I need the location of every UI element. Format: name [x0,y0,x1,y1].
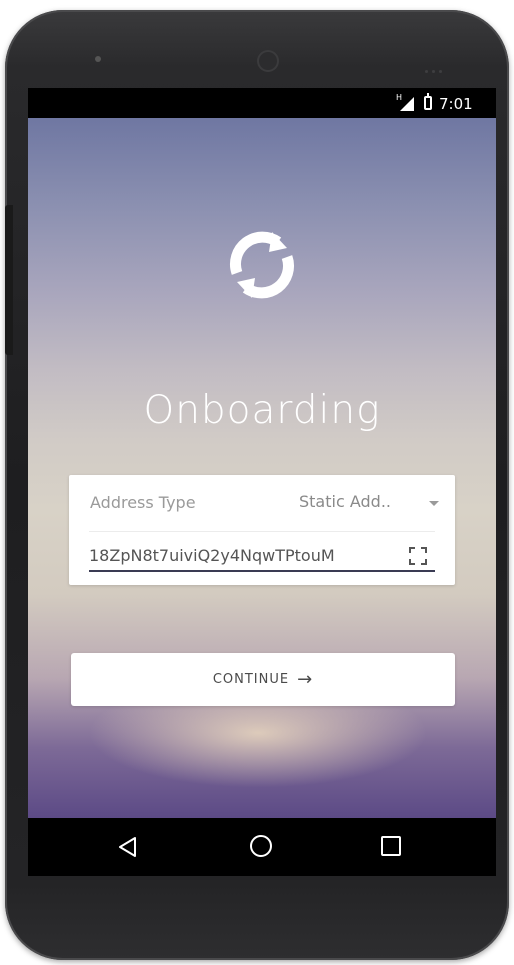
address-type-label: Address Type [90,493,196,512]
onboarding-screen: Onboarding Address Type Static Add.. 18Z… [28,118,496,818]
chevron-down-icon [429,501,439,506]
continue-button[interactable]: CONTINUE → [71,653,455,706]
proximity-sensor [95,56,101,62]
address-type-value: Static Add.. [299,492,391,511]
qr-scan-icon[interactable] [408,546,428,566]
address-input-value: 18ZpN8t7uiviQ2y4NqwTPtouM [89,546,335,565]
side-button [5,205,13,355]
arrow-right-icon: → [297,668,314,690]
back-triangle-icon[interactable] [117,836,139,858]
speaker-grille [425,58,455,73]
address-input[interactable]: 18ZpN8t7uiviQ2y4NqwTPtouM [89,542,435,572]
address-input-row: 18ZpN8t7uiviQ2y4NqwTPtouM [69,532,455,585]
signal-icon [400,97,414,111]
address-type-select[interactable]: Static Add.. [299,490,445,518]
front-camera [257,50,279,72]
sync-refresh-icon [230,231,294,299]
page-title: Onboarding [143,388,381,433]
address-type-row: Address Type Static Add.. [69,475,455,529]
continue-button-label: CONTINUE [212,672,290,687]
recent-apps-square-icon[interactable] [381,836,401,856]
home-circle-icon[interactable] [250,835,272,857]
navigation-bar [28,818,496,876]
status-time: 7:01 [439,95,473,113]
phone-screen: H 7:01 Onboarding Address Type Static Ad… [28,88,496,876]
status-bar: H 7:01 [28,88,496,118]
battery-icon [424,93,432,110]
address-form-card: Address Type Static Add.. 18ZpN8t7uiviQ2… [69,475,455,585]
